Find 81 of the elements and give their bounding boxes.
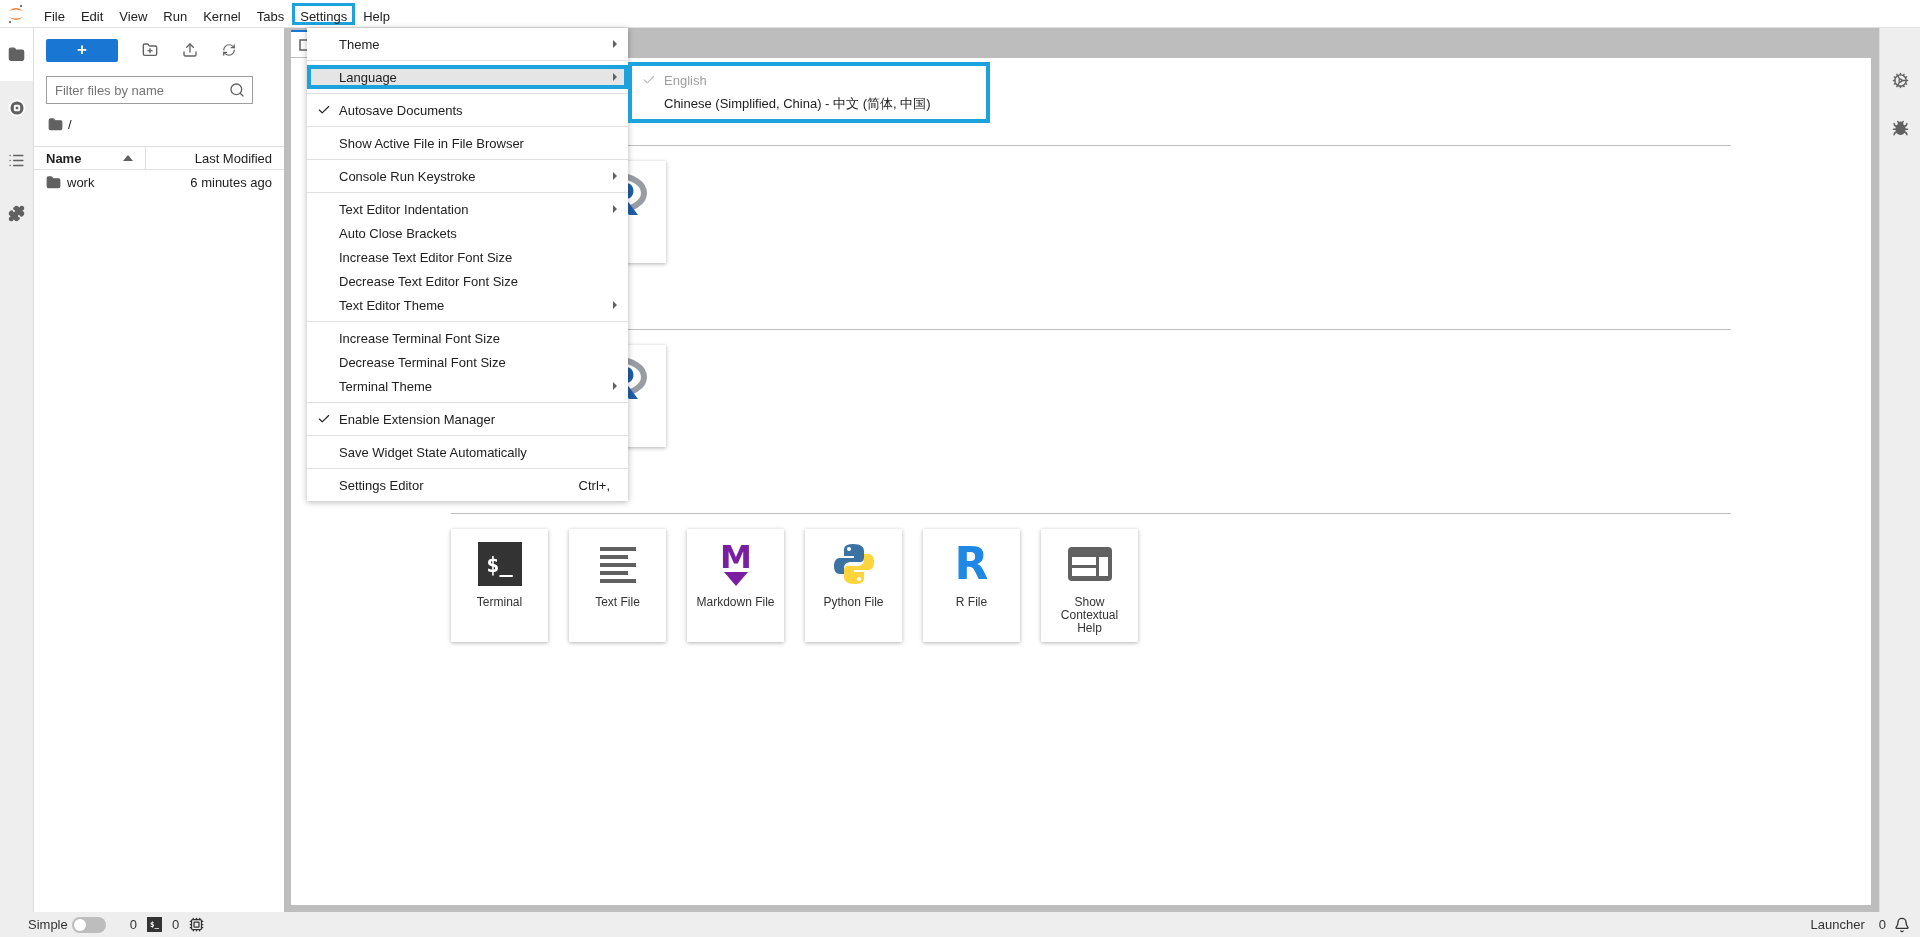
file-name[interactable]: work — [67, 174, 191, 190]
caret-right-icon — [612, 301, 618, 309]
menu-item[interactable]: Decrease Text Editor Font Size — [307, 269, 628, 293]
check-icon — [317, 103, 331, 117]
menu-item[interactable]: Language — [307, 65, 628, 89]
caret-right-icon — [612, 205, 618, 213]
gears-icon[interactable] — [1891, 72, 1909, 89]
r-letter-icon: R — [954, 542, 989, 586]
caret-right-icon — [612, 40, 618, 48]
python-logo-icon — [831, 542, 876, 586]
card-label: R File — [954, 596, 989, 609]
stop-circle-icon[interactable] — [7, 98, 26, 117]
puzzle-icon[interactable] — [8, 205, 25, 222]
sort-up-icon — [123, 155, 133, 161]
cpu-icon[interactable] — [189, 917, 205, 932]
menu-item[interactable]: Increase Terminal Font Size — [307, 326, 628, 350]
check-icon — [317, 412, 331, 426]
sidebar-tab[interactable] — [0, 28, 33, 81]
menu-item[interactable]: Console Run Keystroke — [307, 164, 628, 188]
menu-bar-item[interactable]: Tabs — [248, 2, 293, 25]
filter-field[interactable]: Filter files by name — [46, 76, 253, 104]
menu-item[interactable]: Show Active File in File Browser — [307, 131, 628, 155]
breadcrumb-path[interactable]: / — [68, 116, 72, 132]
new-launcher-button[interactable]: + — [46, 38, 118, 62]
menu-bar-item[interactable]: View — [111, 2, 156, 25]
column-header[interactable]: Last Modified — [194, 150, 272, 166]
menu-item[interactable]: Chinese (Simplified, China) - 中文 (简体, 中国) — [632, 92, 986, 116]
menu-item[interactable]: Text Editor Theme — [307, 293, 628, 317]
menu-bar-item[interactable]: Run — [155, 2, 196, 25]
column-header[interactable]: Name — [46, 150, 82, 166]
upload-icon[interactable] — [182, 42, 198, 58]
launcher-card[interactable]: $_ Terminal — [451, 529, 548, 642]
menu-item[interactable]: Auto Close Brackets — [307, 221, 628, 245]
simple-mode-toggle[interactable] — [71, 916, 106, 933]
kernel-count[interactable]: 0 — [129, 917, 137, 932]
menu-item[interactable]: Enable Extension Manager — [307, 407, 628, 431]
menu-item[interactable]: Terminal Theme — [307, 374, 628, 398]
launcher-card[interactable]: R R File — [923, 529, 1020, 642]
menu-item[interactable]: Text Editor Indentation — [307, 197, 628, 221]
folder-icon — [46, 174, 61, 190]
menu-bar-item[interactable]: Settings — [292, 2, 356, 25]
card-label: Python File — [822, 596, 885, 609]
refresh-icon[interactable] — [222, 43, 236, 57]
modified-time: 6 minutes ago — [190, 174, 272, 190]
terminal-icon: $_ — [477, 542, 522, 586]
launcher-card[interactable]: Text File — [569, 529, 666, 642]
text-lines-icon — [597, 545, 638, 583]
card-label: Markdown File — [695, 596, 776, 609]
menu-item[interactable]: Settings Editor Ctrl+, — [307, 473, 628, 497]
list-icon[interactable] — [8, 152, 25, 169]
card-label: Terminal — [475, 596, 524, 609]
caret-right-icon — [612, 172, 618, 180]
card-label: Show Contextual Help — [1059, 596, 1120, 635]
card-label: Text File — [594, 596, 641, 609]
folder-icon[interactable] — [8, 46, 25, 63]
menu-bar-item[interactable]: Help — [355, 2, 398, 25]
new-folder-icon[interactable] — [142, 42, 158, 58]
terminal-count[interactable]: 0 — [172, 917, 180, 932]
menu-item[interactable]: Theme — [307, 32, 628, 56]
mode-label: Simple — [28, 917, 68, 932]
caret-right-icon — [612, 73, 618, 81]
search-icon — [229, 82, 245, 98]
menu-bar-item[interactable]: File — [36, 2, 73, 25]
menu-item[interactable]: Decrease Terminal Font Size — [307, 350, 628, 374]
active-tab-label: Launcher — [1810, 917, 1865, 932]
menu-item[interactable]: Autosave Documents — [307, 98, 628, 122]
menu-item[interactable]: Increase Text Editor Font Size — [307, 245, 628, 269]
layout-panel-icon — [1067, 547, 1112, 581]
launcher-card[interactable]: Python File — [805, 529, 902, 642]
launcher-card[interactable]: Show Contextual Help — [1041, 529, 1138, 642]
folder-icon[interactable] — [48, 116, 63, 132]
notification-count[interactable]: 0 — [1878, 917, 1886, 932]
check-icon — [642, 73, 656, 87]
menu-bar-item[interactable]: Edit — [72, 2, 112, 25]
menu-item[interactable]: Save Widget State Automatically — [307, 440, 628, 464]
menu-bar-item[interactable]: Kernel — [195, 2, 249, 25]
launcher-card[interactable]: M Markdown File — [687, 529, 784, 642]
bug-icon[interactable] — [1891, 120, 1909, 137]
jupyter-logo-icon — [8, 3, 24, 24]
caret-right-icon — [612, 382, 618, 390]
bell-icon[interactable] — [1894, 916, 1910, 933]
